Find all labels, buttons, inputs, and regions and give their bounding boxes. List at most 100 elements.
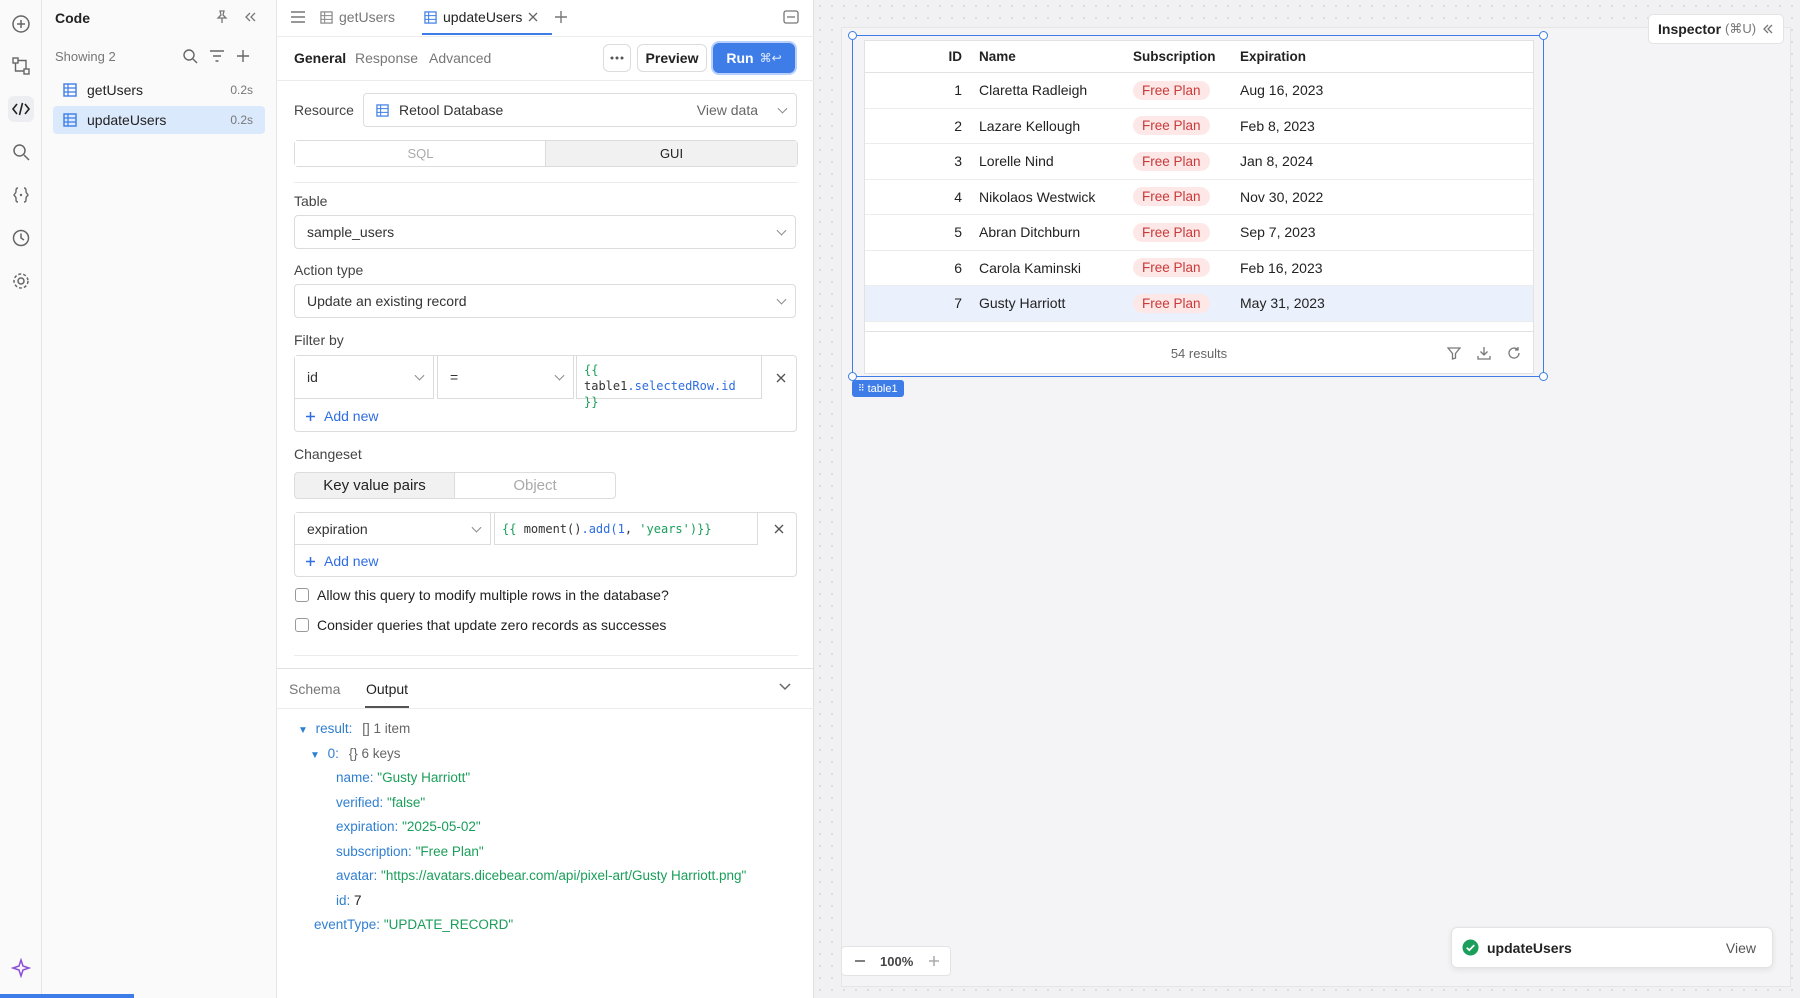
code-token: 'years' [639,521,690,536]
inspector-toggle[interactable]: Inspector (⌘U) [1648,14,1784,44]
cell-id: 5 [954,224,962,241]
add-changeset-button[interactable]: Add new [305,553,378,569]
code-token: .add( [581,521,618,536]
close-icon[interactable] [528,12,538,22]
filter-column-select[interactable]: id [295,356,434,399]
column-header-expiration[interactable]: Expiration [1240,49,1306,64]
resource-select[interactable]: Retool Database View data [363,93,797,127]
preview-button[interactable]: Preview [637,44,707,72]
more-button[interactable] [603,44,631,72]
remove-changeset-button[interactable] [762,513,796,545]
toast-view-button[interactable]: View [1726,940,1756,956]
action-type-select[interactable]: Update an existing record [294,284,796,318]
search-icon[interactable] [182,48,198,64]
table-icon [320,10,333,24]
run-button[interactable]: Run ⌘↩ [713,43,795,73]
query-item-updateUsers[interactable]: updateUsers 0.2s [53,106,265,134]
zoom-in-button[interactable] [928,955,940,967]
add-icon[interactable] [8,11,34,37]
panel-toggle-icon[interactable] [783,10,799,24]
new-tab-icon[interactable] [554,10,568,24]
changeset-kv-toggle[interactable]: Key value pairs [294,472,455,499]
tab-general[interactable]: General [294,50,346,66]
gear-icon[interactable] [8,268,34,294]
drag-handle-icon: ⠿ [858,383,865,393]
resize-handle[interactable] [1539,372,1548,381]
tab-output[interactable]: Output [366,681,408,697]
add-filter-button[interactable]: Add new [305,408,378,424]
cell-expiration: Feb 16, 2023 [1240,259,1323,276]
table-row[interactable]: 7 Gusty Harriott Free Plan May 31, 2023 [865,286,1533,322]
table-row[interactable]: 4 Nikolaos Westwick Free Plan Nov 30, 2022 [865,180,1533,215]
close-icon [776,373,785,382]
table-row[interactable]: 1 Claretta Radleigh Free Plan Aug 16, 2023 [865,73,1533,109]
assist-icon[interactable] [8,955,34,981]
add-query-icon[interactable] [235,48,251,64]
changeset-key-select[interactable]: expiration [295,513,491,545]
history-icon[interactable] [8,225,34,251]
remove-filter-button[interactable] [765,356,796,399]
tab-advanced[interactable]: Advanced [429,50,491,66]
cell-expiration: Nov 30, 2022 [1240,188,1324,205]
menu-icon[interactable] [290,10,306,24]
column-header-id[interactable]: ID [865,49,963,64]
cell-name: Claretta Radleigh [979,82,1088,99]
table-value: sample_users [307,224,395,240]
mode-sql[interactable]: SQL [295,141,546,166]
component-tag[interactable]: ⠿ table1 [852,380,904,397]
pin-icon[interactable] [214,9,230,25]
allow-multiple-checkbox[interactable] [295,588,309,602]
variables-icon[interactable] [8,182,34,208]
cell-id: 7 [954,295,962,312]
zoom-out-button[interactable] [854,955,866,967]
tab-response[interactable]: Response [355,50,418,66]
table-row[interactable]: 3 Lorelle Nind Free Plan Jan 8, 2024 [865,144,1533,180]
refresh-icon[interactable] [1507,346,1521,360]
column-header-name[interactable]: Name [979,49,1016,64]
filter-value-input[interactable]: {{ table1.selectedRow.id }} [576,356,762,409]
cell-id: 4 [954,188,962,205]
cell-subscription-badge: Free Plan [1133,222,1210,242]
zoom-control: 100% [841,946,951,976]
collapse-icon[interactable] [242,9,258,25]
resize-handle[interactable] [1539,31,1548,40]
table-row[interactable]: 5 Abran Ditchburn Free Plan Sep 7, 2023 [865,215,1533,251]
resize-handle[interactable] [848,31,857,40]
download-icon[interactable] [1477,346,1491,360]
chevron-down-icon [777,103,788,114]
query-item-getUsers[interactable]: getUsers 0.2s [53,76,265,104]
plus-icon [929,956,939,966]
table-row[interactable]: 6 Carola Kaminski Free Plan Feb 16, 2023 [865,251,1533,286]
search-icon[interactable] [8,139,34,165]
output-result-row[interactable]: ▼ result: [] 1 item [298,721,410,736]
tab-schema[interactable]: Schema [289,681,340,697]
table-row[interactable]: 2 Lazare Kellough Free Plan Feb 8, 2023 [865,109,1533,144]
run-shortcut: ⌘↩ [759,51,782,65]
filter-icon[interactable] [209,48,225,64]
json-key: 0: [327,746,339,761]
database-icon [376,103,389,117]
zero-records-checkbox[interactable] [295,618,309,632]
chevron-down-icon[interactable] [779,683,791,691]
allow-multiple-label: Allow this query to modify multiple rows… [317,587,669,603]
tree-icon[interactable] [8,53,34,79]
table-header-row: ID Name Subscription Expiration [865,41,1533,73]
code-token: )}} [689,521,712,536]
close-icon [774,524,784,534]
changeset-object-toggle[interactable]: Object [454,472,616,499]
filter-column-value: id [307,369,318,385]
tab-updateUsers[interactable]: updateUsers [424,0,538,34]
column-header-subscription[interactable]: Subscription [1133,49,1216,64]
code-icon[interactable] [8,96,34,122]
cell-name: Lazare Kellough [979,117,1081,134]
tab-getUsers[interactable]: getUsers [320,0,395,34]
filter-operator-select[interactable]: = [437,356,574,399]
mode-gui[interactable]: GUI [545,141,797,166]
filter-icon[interactable] [1447,346,1461,360]
table-footer: 54 results [865,331,1533,373]
output-index-row[interactable]: ▼ 0: {} 6 keys [310,746,401,761]
code-token: }} [584,395,599,409]
changeset-value-input[interactable]: {{ moment() .add(1, 'years')}} [494,513,758,545]
table-select[interactable]: sample_users [294,215,796,249]
view-data-link[interactable]: View data [697,102,758,118]
